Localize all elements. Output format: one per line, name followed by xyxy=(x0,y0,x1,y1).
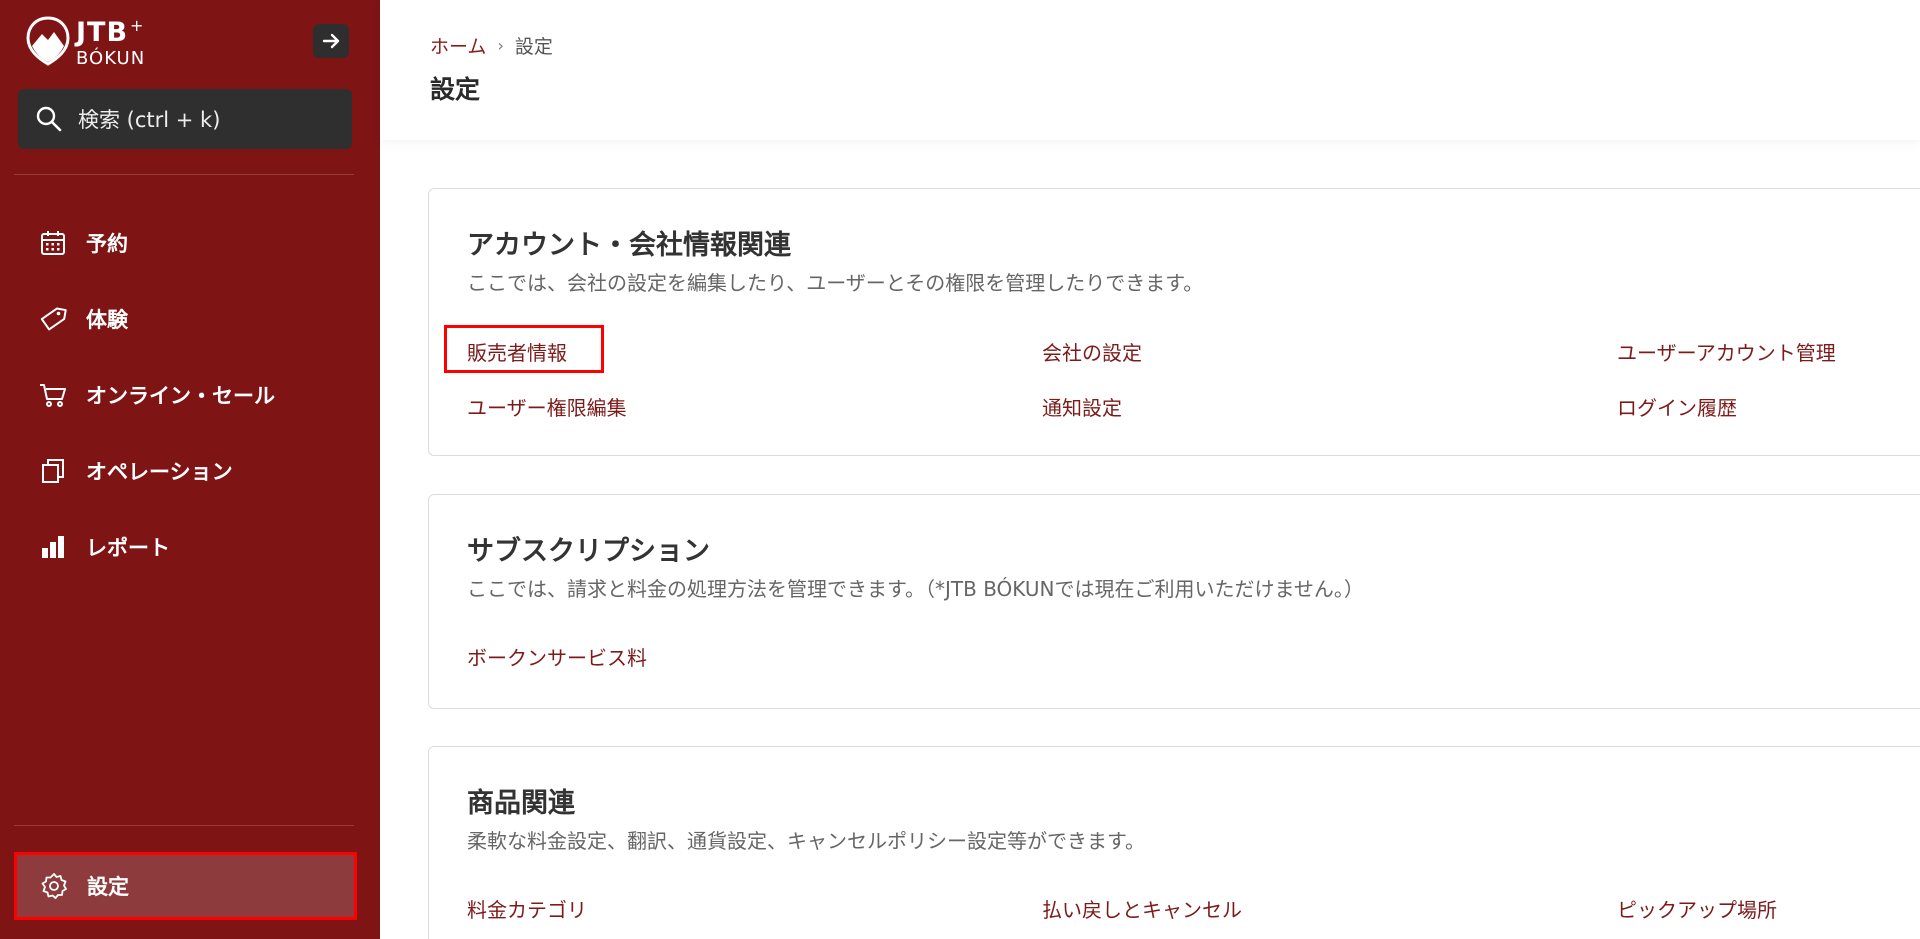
sidebar-item-label: オペレーション xyxy=(86,460,233,484)
sidebar-divider xyxy=(14,174,354,175)
tag-icon xyxy=(38,304,68,334)
sidebar-item-label: 体験 xyxy=(86,308,128,332)
section-description: ここでは、会社の設定を編集したり、ユーザーとその権限を管理したりできます。 xyxy=(467,271,1204,295)
section-products: 商品関連 柔軟な料金設定、翻訳、通貨設定、キャンセルポリシー設定等ができます。 … xyxy=(428,746,1920,939)
sidebar-item-reports[interactable]: レポート xyxy=(0,509,380,585)
link-price-categories[interactable]: 料金カテゴリ xyxy=(467,894,587,923)
sidebar-item-online-sales[interactable]: オンライン・セール xyxy=(0,357,380,433)
calendar-icon xyxy=(38,228,68,258)
section-description: ここでは、請求と料金の処理方法を管理できます。（*JTB BÓKUNでは現在ご利… xyxy=(467,577,1364,601)
link-bokun-service-fee[interactable]: ボークンサービス料 xyxy=(467,642,647,671)
page-header: ホーム › 設定 設定 xyxy=(380,0,1920,140)
mountain-logo-icon xyxy=(26,16,70,66)
search-icon xyxy=(36,106,62,132)
link-user-account-management[interactable]: ユーザーアカウント管理 xyxy=(1617,337,1836,366)
search-input[interactable]: 検索 (ctrl + k) xyxy=(18,89,352,149)
breadcrumb-home-link[interactable]: ホーム xyxy=(430,32,486,59)
sidebar-item-operations[interactable]: オペレーション xyxy=(0,433,380,509)
breadcrumb: ホーム › 設定 xyxy=(430,32,553,59)
section-title: サブスクリプション xyxy=(467,536,710,567)
brand-logo[interactable]: JTB + BÓKUN xyxy=(26,16,226,72)
page-title: 設定 xyxy=(430,75,481,104)
sidebar-item-reservations[interactable]: 予約 xyxy=(0,205,380,281)
sidebar-item-settings[interactable]: 設定 xyxy=(14,852,357,920)
section-subscription: サブスクリプション ここでは、請求と料金の処理方法を管理できます。（*JTB B… xyxy=(428,494,1920,709)
breadcrumb-current: 設定 xyxy=(514,36,553,58)
brand-name: JTB xyxy=(76,17,129,48)
chevron-right-icon: › xyxy=(497,36,504,55)
link-login-history[interactable]: ログイン履歴 xyxy=(1617,392,1737,421)
section-title: 商品関連 xyxy=(467,788,575,819)
cart-icon xyxy=(38,380,68,410)
link-seller-info[interactable]: 販売者情報 xyxy=(467,337,567,366)
brand-plus: + xyxy=(130,16,145,35)
gear-icon xyxy=(39,871,69,901)
link-notification-settings[interactable]: 通知設定 xyxy=(1042,392,1122,421)
sidebar: JTB + BÓKUN 検索 (ctrl + k) 予約 体験 オンライン・セー… xyxy=(0,0,380,939)
section-description: 柔軟な料金設定、翻訳、通貨設定、キャンセルポリシー設定等ができます。 xyxy=(467,829,1145,853)
sidebar-nav: 予約 体験 オンライン・セール オペレーション レポート xyxy=(0,205,380,585)
brand-subname: BÓKUN xyxy=(76,48,146,69)
copy-icon xyxy=(38,456,68,486)
sidebar-item-label: オンライン・セール xyxy=(86,384,275,408)
sidebar-item-label: 設定 xyxy=(87,875,129,899)
section-account: アカウント・会社情報関連 ここでは、会社の設定を編集したり、ユーザーとその権限を… xyxy=(428,188,1920,456)
bar-chart-icon xyxy=(38,532,68,562)
sidebar-item-label: 予約 xyxy=(86,232,128,256)
collapse-sidebar-button[interactable] xyxy=(313,24,349,58)
link-pickup-locations[interactable]: ピックアップ場所 xyxy=(1617,894,1777,923)
search-placeholder: 検索 (ctrl + k) xyxy=(78,108,221,132)
link-refunds-cancellations[interactable]: 払い戻しとキャンセル xyxy=(1042,894,1242,923)
link-user-permissions[interactable]: ユーザー権限編集 xyxy=(467,392,627,421)
sidebar-item-experiences[interactable]: 体験 xyxy=(0,281,380,357)
sidebar-divider xyxy=(14,825,354,826)
sidebar-item-label: レポート xyxy=(86,536,170,560)
main-content: ホーム › 設定 設定 アカウント・会社情報関連 ここでは、会社の設定を編集した… xyxy=(380,0,1920,939)
link-company-settings[interactable]: 会社の設定 xyxy=(1042,337,1142,366)
arrow-right-icon xyxy=(322,33,340,49)
section-title: アカウント・会社情報関連 xyxy=(467,230,791,261)
app-root: JTB + BÓKUN 検索 (ctrl + k) 予約 体験 オンライン・セー… xyxy=(0,0,1920,939)
